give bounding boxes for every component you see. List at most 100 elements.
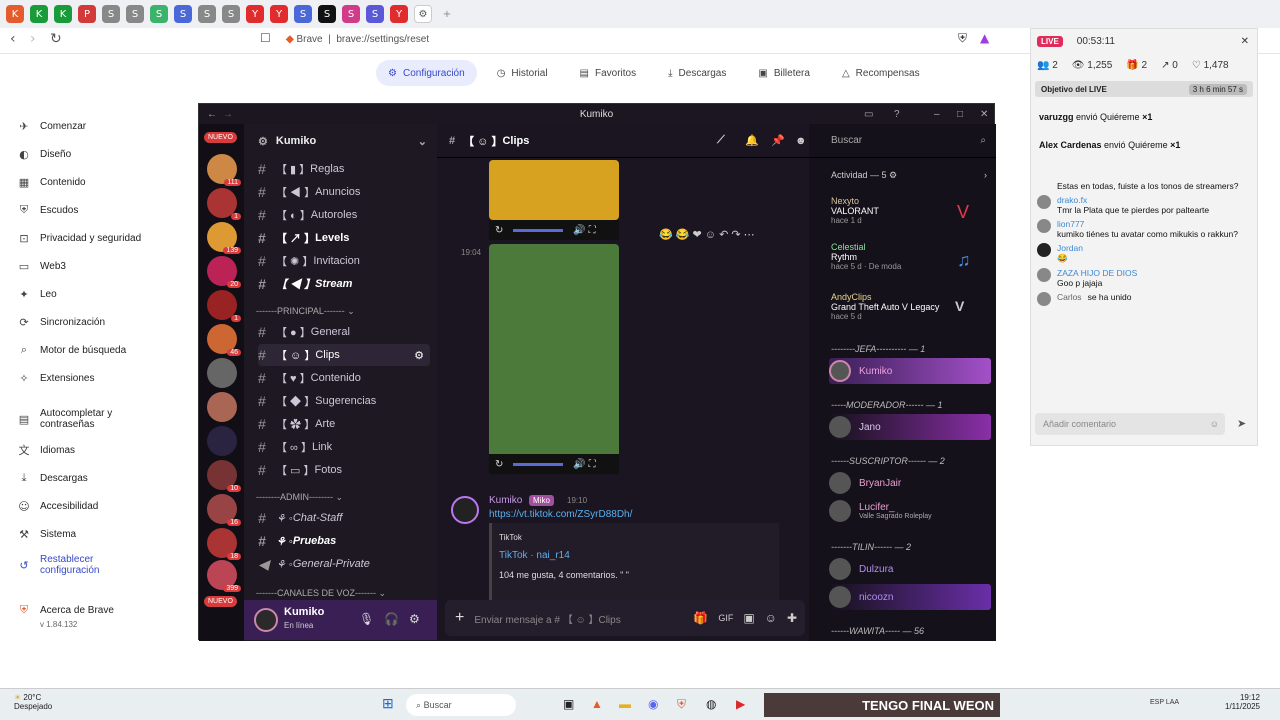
gif-icon[interactable]: GIF — [718, 613, 733, 623]
server-header[interactable]: ⚙ Kumiko ⌄ — [244, 124, 437, 158]
headphones-icon[interactable]: 🎧 — [384, 612, 399, 626]
tab-icon[interactable]: S — [294, 5, 312, 23]
settings-icon[interactable]: ⚙ — [414, 349, 424, 362]
channel-pruebas[interactable]: # ⚘ ◦ Pruebas — [258, 530, 430, 552]
channel-contenido[interactable]: # 【 ♥ 】 Contenido — [258, 367, 430, 389]
server-icon[interactable]: 111 — [207, 154, 241, 186]
channel-link[interactable]: # 【 ∞ 】 Link — [258, 436, 430, 458]
members-icon[interactable]: ☻ — [795, 135, 807, 147]
pin-icon[interactable]: 📌 — [771, 134, 785, 147]
mic-icon[interactable]: 🎙 — [359, 612, 374, 626]
server-icon[interactable]: 20 — [207, 256, 241, 288]
tab-icon[interactable]: S — [174, 5, 192, 23]
sidebar-item-idiomas[interactable]: 文 Idiomas — [16, 436, 186, 464]
tab-icon[interactable]: Y — [270, 5, 288, 23]
sidebar-item-descargas[interactable]: ⤓ Descargas — [16, 464, 186, 492]
server-icon[interactable]: 18 — [207, 528, 241, 560]
channel-autoroles[interactable]: # 【 ◐ 】 Autoroles — [258, 204, 430, 226]
search-input[interactable]: Buscar ⌕ — [809, 124, 996, 158]
server-icon[interactable] — [207, 392, 237, 422]
forward-icon[interactable]: → — [223, 109, 233, 120]
sticker-icon[interactable]: ▣ — [743, 611, 754, 625]
url-field[interactable]: ◆ Brave | brave://settings/reset — [286, 34, 429, 45]
new-tab-icon[interactable]: + — [438, 5, 456, 23]
message-author[interactable]: Kumiko — [489, 495, 522, 506]
bookmark-icon[interactable]: ☐ — [260, 31, 271, 45]
close-icon[interactable]: ✕ — [980, 109, 988, 120]
video-thumbnail[interactable] — [489, 244, 619, 459]
channel-fotos[interactable]: # 【 ▭ 】 Fotos — [258, 459, 430, 481]
volume-slider[interactable] — [513, 228, 564, 232]
tab-icon[interactable]: K — [6, 5, 24, 23]
tab-icon[interactable]: S — [198, 5, 216, 23]
tab-icon-active[interactable]: ⚙ — [414, 5, 432, 23]
emoji-icon[interactable]: ☺ — [1210, 419, 1219, 429]
reload-icon[interactable]: ↻ — [50, 31, 62, 47]
sidebar-item-restablecer[interactable]: ↺ Restablecer configuración — [16, 548, 186, 582]
video-thumbnail[interactable] — [489, 160, 619, 220]
member-item[interactable]: Dulzura — [829, 556, 991, 582]
app-icon[interactable]: ▲ — [591, 697, 603, 711]
app-icon[interactable]: ▣ — [563, 697, 574, 711]
category-admin[interactable]: --------ADMIN-------- ⌄ — [256, 492, 343, 503]
video-controls[interactable]: ↻ 🔊 ⛶ — [489, 454, 619, 474]
app-icon[interactable]: ◍ — [706, 697, 716, 711]
channel-clips[interactable]: # 【 ☺ 】 Clips ⚙ — [258, 344, 430, 366]
rewards-icon[interactable]: ▲ — [980, 31, 989, 45]
sidebar-item-privacidad[interactable]: ⊡ Privacidad y seguridad — [16, 224, 186, 252]
sidebar-item-motor[interactable]: ⌕ Motor de búsqueda — [16, 336, 186, 364]
gift-icon[interactable]: 🎁 — [693, 611, 708, 625]
message-link[interactable]: https://vt.tiktok.com/ZSyrD88Dh/ — [489, 509, 632, 520]
message-actions[interactable]: 😂 😂 ❤ ☺ ↶ ↷ ⋯ — [659, 228, 755, 241]
tab-favoritos[interactable]: ▤ Favoritos — [568, 60, 649, 86]
server-icon[interactable]: 139 — [207, 222, 241, 254]
tab-icon[interactable]: Y — [390, 5, 408, 23]
tab-icon[interactable]: S — [342, 5, 360, 23]
embed-title[interactable]: TikTok · nai_r14 — [499, 550, 570, 561]
channel-anuncios[interactable]: # 【 ◀ 】 Anuncios — [258, 181, 430, 203]
avatar[interactable] — [451, 496, 479, 524]
sidebar-item-diseno[interactable]: ◐ Diseño — [16, 140, 186, 168]
tab-icon[interactable]: S — [150, 5, 168, 23]
sidebar-item-comenzar[interactable]: ✈ Comenzar — [16, 112, 186, 140]
sidebar-item-escudos[interactable]: ⛨ Escudos — [16, 196, 186, 224]
server-icon[interactable] — [207, 358, 237, 388]
clock[interactable]: 19:12 1/11/2025 — [1206, 693, 1260, 711]
shield-icon[interactable]: ⛨ — [958, 31, 967, 46]
language-indicator[interactable]: ESP LAA — [1150, 699, 1179, 706]
message-composer[interactable]: + Enviar mensaje a # 【 ☺ 】Clips 🎁 GIF ▣ … — [445, 600, 805, 636]
minimize-icon[interactable]: – — [934, 109, 940, 120]
server-icon[interactable]: 399 — [207, 560, 241, 592]
sidebar-item-accesibilidad[interactable]: ☺ Accesibilidad — [16, 492, 186, 520]
weather-widget[interactable]: ☀ 20°C Despejado — [14, 693, 52, 711]
sidebar-item-autocompletar[interactable]: ▤ Autocompletar y contraseñas — [16, 402, 186, 436]
category-principal[interactable]: -------PRINCIPAL------- ⌄ — [256, 306, 355, 317]
channel-general-private[interactable]: ◀ ⚘ ◦ General-Private — [258, 553, 430, 575]
close-icon[interactable]: ✕ — [1241, 36, 1249, 47]
category-voz[interactable]: -------CANALES DE VOZ------- ⌄ — [256, 588, 386, 599]
tab-recompensas[interactable]: △ Recompensas — [830, 60, 932, 86]
member-item[interactable]: nicoozn — [829, 584, 991, 610]
sidebar-item-sync[interactable]: ⟳ Sincronización — [16, 308, 186, 336]
start-icon[interactable]: ⊞ — [382, 695, 394, 712]
back-icon[interactable]: ← — [207, 109, 217, 120]
sidebar-item-extensiones[interactable]: ✧ Extensiones — [16, 364, 186, 392]
send-icon[interactable]: ➤ — [1237, 417, 1246, 430]
back-icon[interactable]: ‹ — [10, 31, 16, 47]
member-item[interactable]: BryanJair — [829, 470, 991, 496]
server-icon[interactable]: 1 — [207, 290, 241, 322]
bell-icon[interactable]: 🔔 — [745, 134, 759, 147]
emoji-icon[interactable]: ☺ — [765, 611, 777, 625]
server-icon[interactable]: 46 — [207, 324, 241, 356]
tab-icon[interactable]: K — [30, 5, 48, 23]
tab-icon[interactable]: S — [126, 5, 144, 23]
channel-arte[interactable]: # 【 ✿ 】 Arte — [258, 413, 430, 435]
sidebar-item-sistema[interactable]: ⚒ Sistema — [16, 520, 186, 548]
tab-icon[interactable]: K — [54, 5, 72, 23]
channel-general[interactable]: # 【 ● 】 General — [258, 321, 430, 343]
inbox-icon[interactable]: ▭ — [864, 109, 873, 120]
tab-icon[interactable]: P — [78, 5, 96, 23]
maximize-icon[interactable]: □ — [957, 109, 963, 120]
activity-header[interactable]: Actividad — 5 ⚙ › — [831, 170, 987, 181]
app-icon[interactable]: ▶ — [736, 697, 745, 711]
